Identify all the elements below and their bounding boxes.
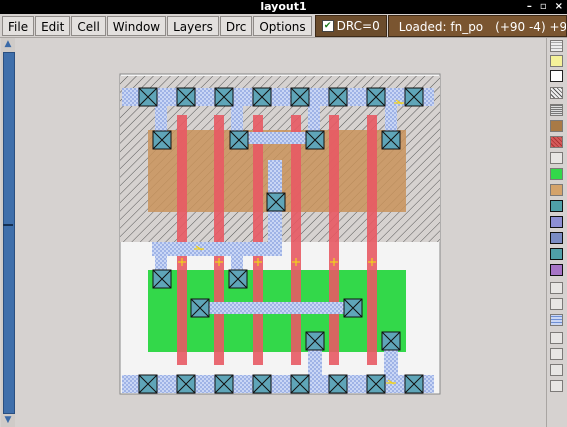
scroll-down-icon[interactable]: ▼: [1, 414, 15, 426]
layer-swatch-7[interactable]: [550, 136, 563, 148]
layer-swatch-16[interactable]: [550, 282, 563, 294]
status-bar: Loaded: fn_po (+90 -4) +90 -4 microns: [387, 14, 567, 37]
scroll-thumb[interactable]: [3, 52, 15, 414]
layer-swatch-17[interactable]: [550, 298, 563, 310]
menu-drc[interactable]: Drc: [219, 15, 253, 36]
layer-palette: [546, 38, 567, 427]
close-icon[interactable]: ×: [555, 0, 563, 14]
window-title: layout1: [260, 0, 307, 13]
scroll-marker: [3, 224, 13, 226]
checkbox-icon[interactable]: ✔: [321, 19, 334, 32]
vertical-scrollbar[interactable]: ▲ ▼: [1, 38, 15, 427]
layer-swatch-3[interactable]: [550, 70, 563, 82]
menu-options[interactable]: Options: [253, 15, 312, 36]
window-controls: – ▫ ×: [527, 0, 563, 14]
title-bar: layout1 – ▫ ×: [0, 0, 567, 14]
layer-swatch-12[interactable]: [550, 216, 563, 228]
layer-swatch-4[interactable]: [550, 87, 563, 99]
layer-swatch-21[interactable]: [550, 364, 563, 376]
drc-toggle[interactable]: ✔ DRC=0: [314, 14, 387, 37]
layer-swatch-9[interactable]: [550, 168, 563, 180]
menu-bar: File Edit Cell Window Layers Drc Options…: [0, 14, 567, 38]
layer-swatch-11[interactable]: [550, 200, 563, 212]
layer-swatch-22[interactable]: [550, 380, 563, 392]
layer-swatch-20[interactable]: [550, 348, 563, 360]
drc-label: DRC=0: [336, 18, 380, 33]
minimize-icon[interactable]: –: [527, 0, 532, 14]
layer-swatch-15[interactable]: [550, 264, 563, 276]
layer-swatch-19[interactable]: [550, 332, 563, 344]
loaded-cell: Loaded: fn_po: [398, 19, 484, 34]
menu-cell[interactable]: Cell: [71, 15, 106, 36]
scroll-up-icon[interactable]: ▲: [1, 38, 15, 50]
layer-swatch-1[interactable]: [550, 40, 563, 52]
menu-window[interactable]: Window: [106, 15, 167, 36]
layer-swatch-14[interactable]: [550, 248, 563, 260]
layer-swatch-2[interactable]: [550, 55, 563, 67]
layer-swatch-13[interactable]: [550, 232, 563, 244]
maximize-icon[interactable]: ▫: [540, 0, 547, 14]
layer-swatch-6[interactable]: [550, 120, 563, 132]
menu-edit[interactable]: Edit: [35, 15, 71, 36]
menu-file[interactable]: File: [2, 15, 35, 36]
layer-swatch-5[interactable]: [550, 104, 563, 116]
layer-swatch-8[interactable]: [550, 152, 563, 164]
layer-swatch-18[interactable]: [550, 314, 563, 326]
menu-layers[interactable]: Layers: [167, 15, 219, 36]
layer-swatch-10[interactable]: [550, 184, 563, 196]
cursor-coords: (+90 -4) +90 -4 microns: [495, 19, 567, 34]
layout-canvas[interactable]: [16, 38, 546, 427]
